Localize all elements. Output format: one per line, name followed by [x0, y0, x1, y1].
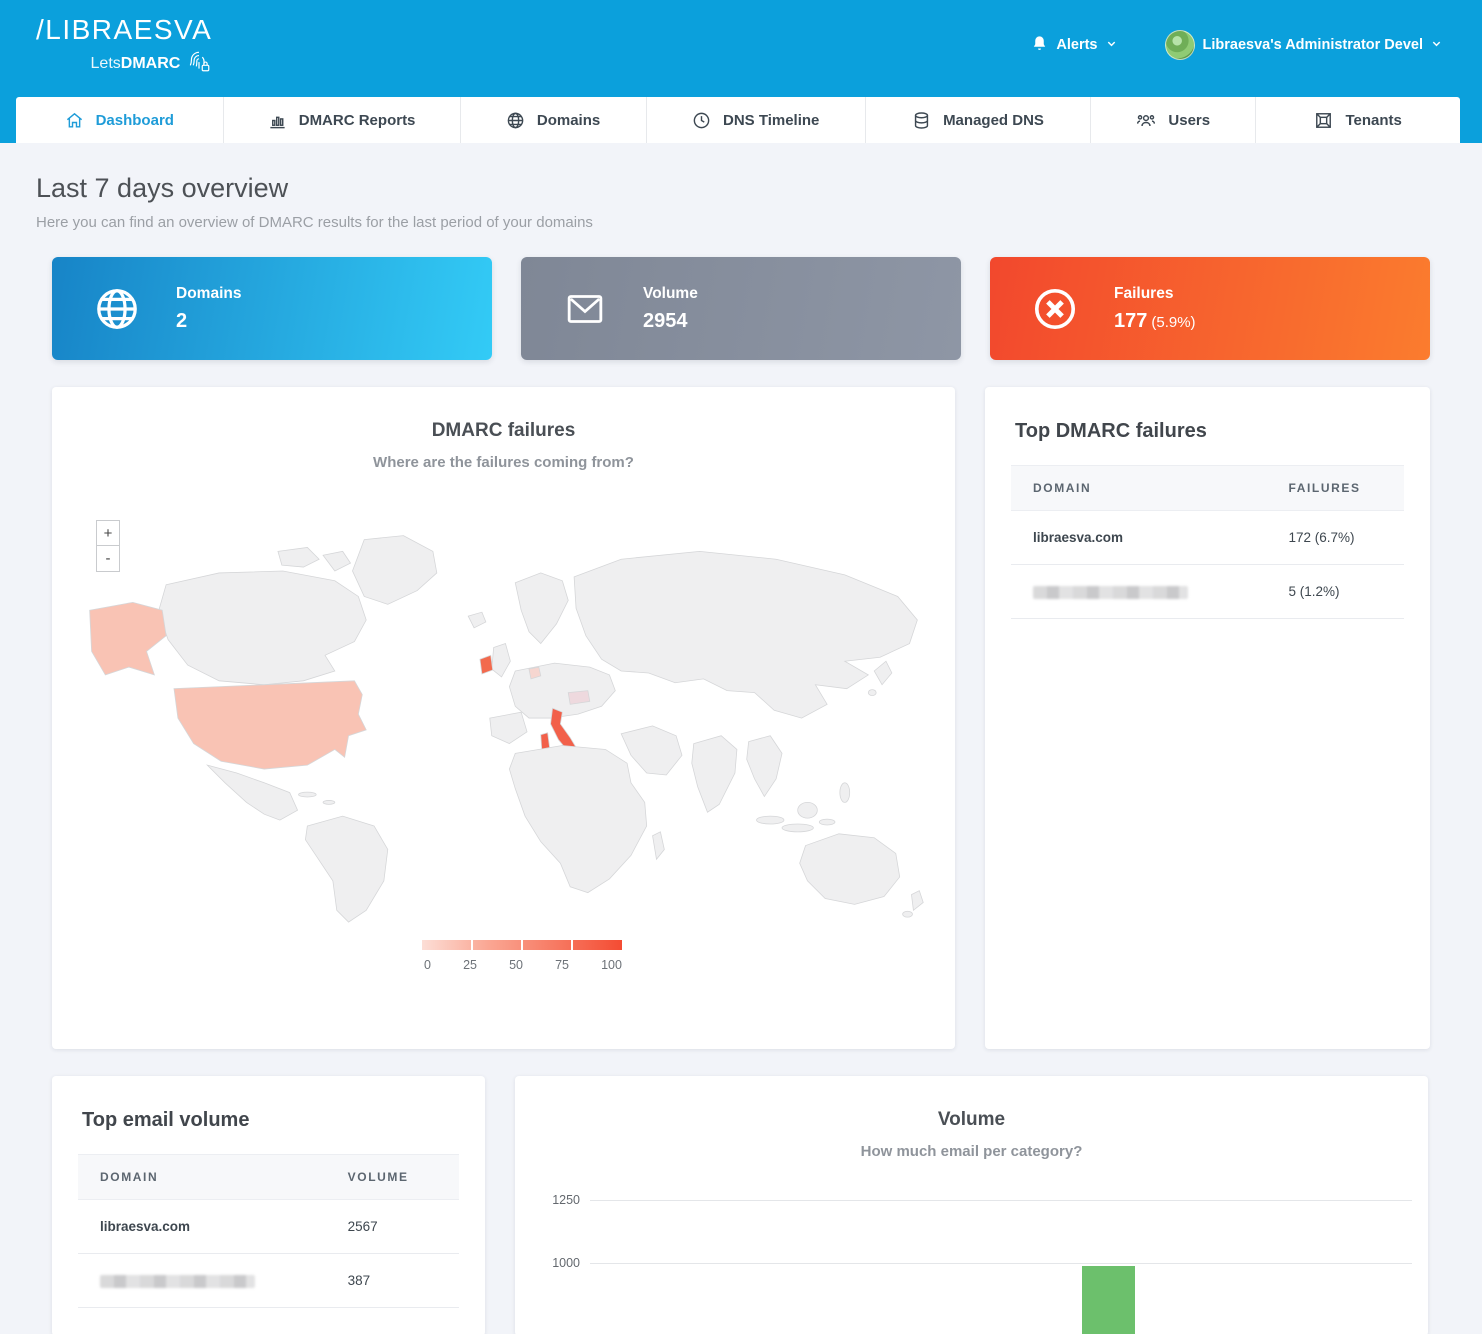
xcircle-icon [1032, 286, 1078, 332]
top-failures-title: Top DMARC failures [985, 387, 1430, 443]
stat-label: Domains [176, 285, 241, 303]
legend-tick: 75 [555, 958, 569, 972]
stat-extra: (5.9%) [1151, 314, 1195, 331]
map-zoom-in-button[interactable]: + [96, 520, 120, 546]
tab-tenants[interactable]: Tenants [1255, 97, 1460, 143]
stat-card-domains[interactable]: Domains 2 [52, 257, 492, 360]
chevron-down-icon [1431, 37, 1442, 53]
world-map[interactable]: + - [72, 512, 935, 932]
table-row[interactable]: 5 (1.2%) [1011, 565, 1404, 619]
choropleth-map-svg [72, 512, 935, 932]
dmarc-failures-map-card: DMARC failures Where are the failures co… [52, 387, 955, 1049]
top-volume-table: DOMAINVOLUMElibraesva.com2567387 [78, 1154, 459, 1308]
avatar [1165, 30, 1195, 60]
table-row[interactable]: libraesva.com172 (6.7%) [1011, 511, 1404, 565]
map-color-legend: 0 25 50 75 100 [422, 940, 622, 972]
user-name: Libraesva's Administrator Devel [1203, 37, 1424, 53]
column-header: DOMAIN [78, 1155, 326, 1200]
column-header: VOLUME [326, 1155, 459, 1200]
stat-value: 177 [1114, 310, 1147, 332]
fingerprint-icon [186, 48, 212, 79]
top-email-volume-card: Top email volume DOMAINVOLUMElibraesva.c… [52, 1076, 485, 1334]
volume-chart-subtitle: How much email per category? [515, 1143, 1428, 1160]
tenants-icon [1314, 111, 1333, 130]
map-zoom-out-button[interactable]: - [96, 546, 120, 572]
stat-value: 2954 [643, 310, 688, 332]
volume-bar[interactable] [1082, 1266, 1135, 1334]
bell-icon [1031, 35, 1048, 56]
envelope-icon [563, 289, 607, 329]
y-axis-tick-label: 1250 [552, 1193, 580, 1207]
y-axis-tick-label: 1000 [552, 1256, 580, 1270]
tab-managed-dns[interactable]: Managed DNS [865, 97, 1090, 143]
globe-icon [506, 111, 525, 130]
page-subtitle: Here you can find an overview of DMARC r… [36, 214, 1430, 231]
stat-label: Volume [643, 285, 698, 303]
page-title: Last 7 days overview [36, 173, 1430, 204]
stats-row: Domains 2 Volume 2954 Failures 177(5.9%) [52, 257, 1430, 360]
column-header: FAILURES [1266, 466, 1404, 511]
legend-gradient-bar [422, 940, 622, 950]
map-card-title: DMARC failures [52, 387, 955, 442]
volume-chart-title: Volume [515, 1076, 1428, 1131]
reports-icon [268, 111, 287, 130]
tab-label: Dashboard [96, 112, 174, 129]
redacted-domain [1033, 586, 1188, 599]
tab-dashboard[interactable]: Dashboard [16, 97, 223, 143]
tab-label: DMARC Reports [299, 112, 416, 129]
database-icon [912, 111, 931, 130]
globe-icon [94, 286, 140, 332]
column-header: DOMAIN [1011, 466, 1266, 511]
alerts-button[interactable]: Alerts [1031, 35, 1116, 56]
stat-card-volume[interactable]: Volume 2954 [521, 257, 961, 360]
user-menu[interactable]: Libraesva's Administrator Devel [1165, 30, 1443, 60]
tab-label: Tenants [1345, 112, 1401, 129]
tab-label: DNS Timeline [723, 112, 819, 129]
legend-tick: 100 [601, 958, 622, 972]
main-nav: Dashboard DMARC Reports Domains DNS Timelin… [16, 97, 1460, 143]
legend-tick: 25 [463, 958, 477, 972]
volume-bar-chart: 1250 1000 [590, 1190, 1412, 1334]
tab-dns-timeline[interactable]: DNS Timeline [646, 97, 865, 143]
redacted-domain [100, 1275, 255, 1288]
legend-tick: 50 [509, 958, 523, 972]
chevron-down-icon [1106, 37, 1117, 53]
logo-text: /LIBRAESVA [36, 14, 212, 46]
dashboard-content: Last 7 days overview Here you can find a… [0, 173, 1482, 1334]
map-card-subtitle: Where are the failures coming from? [52, 454, 955, 471]
tab-label: Users [1168, 112, 1210, 129]
stat-card-failures[interactable]: Failures 177(5.9%) [990, 257, 1430, 360]
legend-ticks: 0 25 50 75 100 [422, 958, 622, 972]
tab-label: Managed DNS [943, 112, 1044, 129]
libraesva-logo: /LIBRAESVA LetsDMARC [36, 14, 212, 79]
legend-tick: 0 [424, 958, 431, 972]
tab-domains[interactable]: Domains [460, 97, 646, 143]
logo-sub-text: LetsDMARC [91, 55, 181, 73]
gridline: 1000 [590, 1263, 1412, 1264]
stat-value: 2 [176, 310, 187, 332]
tab-dmarc-reports[interactable]: DMARC Reports [223, 97, 460, 143]
app-header: /LIBRAESVA LetsDMARC Alerts Libra [0, 0, 1482, 143]
users-icon [1136, 111, 1156, 130]
gridline: 1250 [590, 1200, 1412, 1201]
volume-chart-card: Volume How much email per category? 1250… [515, 1076, 1428, 1334]
table-row[interactable]: libraesva.com2567 [78, 1200, 459, 1254]
top-dmarc-failures-card: Top DMARC failures DOMAINFAILURESlibraes… [985, 387, 1430, 1049]
top-volume-title: Top email volume [52, 1076, 485, 1132]
stat-label: Failures [1114, 285, 1196, 303]
clock-icon [692, 111, 711, 130]
tab-users[interactable]: Users [1090, 97, 1255, 143]
alerts-label: Alerts [1056, 37, 1097, 53]
table-row[interactable]: 387 [78, 1254, 459, 1308]
tab-label: Domains [537, 112, 600, 129]
home-icon [65, 111, 84, 130]
top-failures-table: DOMAINFAILURESlibraesva.com172 (6.7%)5 (… [1011, 465, 1404, 619]
